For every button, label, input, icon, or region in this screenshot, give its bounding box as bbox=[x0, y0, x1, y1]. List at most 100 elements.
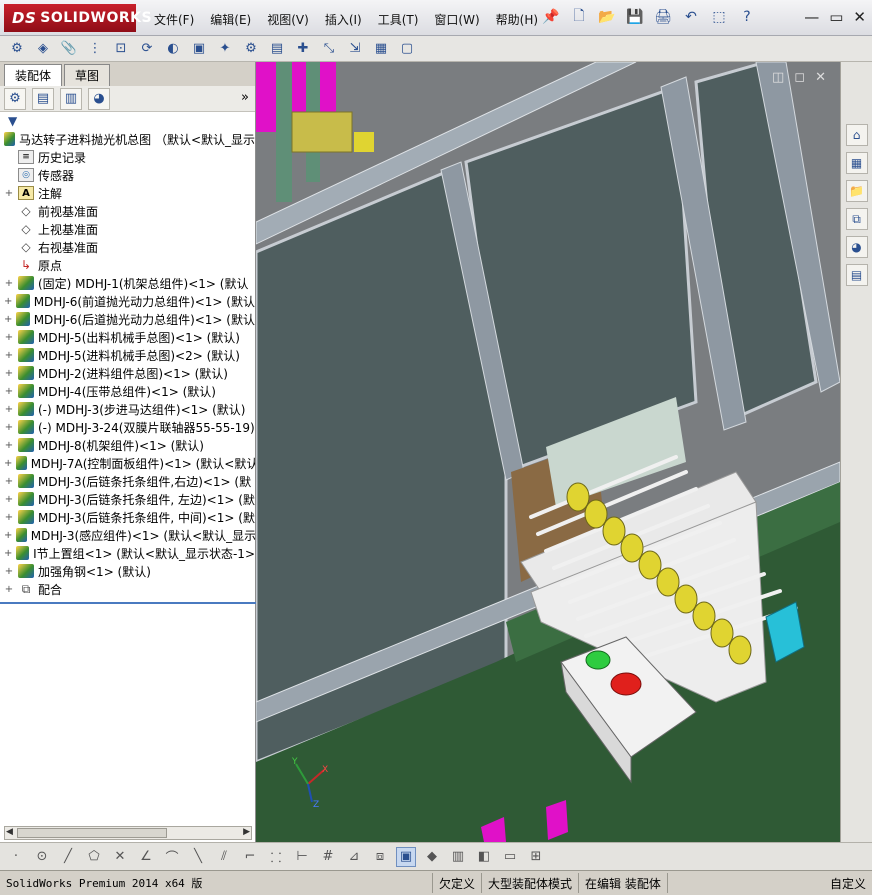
select-cursor-icon[interactable]: ⬚ bbox=[708, 6, 730, 28]
show-hidden-icon[interactable]: ◐ bbox=[162, 38, 184, 60]
menu-help[interactable]: 帮助(H) bbox=[488, 9, 546, 30]
exploded-view-icon[interactable]: ✚ bbox=[292, 38, 314, 60]
expand-icon[interactable]: + bbox=[4, 278, 14, 289]
expand-icon[interactable]: + bbox=[4, 512, 14, 523]
expand-icon[interactable]: + bbox=[4, 422, 14, 433]
custom-properties-icon[interactable]: ▤ bbox=[845, 264, 868, 286]
reference-geometry-icon[interactable]: ✦ bbox=[214, 38, 236, 60]
bill-of-materials-icon[interactable]: ▤ bbox=[266, 38, 288, 60]
print-icon[interactable]: 🖨 bbox=[652, 6, 674, 28]
expand-icon[interactable]: + bbox=[4, 494, 14, 505]
appearance-icon[interactable]: ◧ bbox=[474, 847, 494, 867]
home-icon[interactable]: ⌂ bbox=[845, 124, 868, 146]
tree-item[interactable]: ◇ 上视基准面 bbox=[0, 220, 255, 238]
menu-view[interactable]: 视图(V) bbox=[259, 9, 317, 30]
expand-icon[interactable]: + bbox=[4, 458, 12, 469]
tree-item[interactable]: + ■I节上置组<1> (默认<默认_显示状态-1> bbox=[0, 544, 255, 562]
tree-item[interactable]: ≡ 历史记录 bbox=[0, 148, 255, 166]
expand-icon[interactable]: + bbox=[4, 296, 12, 307]
tree-item[interactable]: + ■ (固定) MDHJ-1(机架总组件)<1> (默认 bbox=[0, 274, 255, 292]
menu-insert[interactable]: 插入(I) bbox=[317, 9, 370, 30]
line-icon[interactable]: ╱ bbox=[58, 847, 78, 867]
tree-item[interactable]: + ■ MDHJ-5(出料机械手总图)<1> (默认) bbox=[0, 328, 255, 346]
split-view-icon[interactable]: ▭ bbox=[500, 847, 520, 867]
new-document-icon[interactable]: 🗋 bbox=[568, 6, 590, 28]
expand-icon[interactable]: + bbox=[4, 314, 12, 325]
tree-item[interactable]: + ⧉ 配合 bbox=[0, 580, 255, 598]
grid-icon[interactable]: # bbox=[318, 847, 338, 867]
tree-item[interactable]: + ■ MDHJ-4(压带总组件)<1> (默认) bbox=[0, 382, 255, 400]
expand-icon[interactable]: + bbox=[4, 566, 14, 577]
view-palette-icon[interactable]: ⧉ bbox=[845, 208, 868, 230]
configuration-manager-icon[interactable]: ▥ bbox=[60, 87, 82, 110]
insert-components-icon[interactable]: ⚙ bbox=[6, 38, 28, 60]
tree-item[interactable]: + ■ MDHJ-8(机架组件)<1> (默认) bbox=[0, 436, 255, 454]
tree-item[interactable]: + ■ MDHJ-3(后链条托条组件, 左边)<1> (默 bbox=[0, 490, 255, 508]
hide-show-icon[interactable]: ◆ bbox=[422, 847, 442, 867]
graphics-area[interactable]: X Y Z ◫ ◻ ✕ bbox=[256, 62, 840, 842]
expand-icon[interactable]: + bbox=[4, 188, 14, 199]
menu-edit[interactable]: 编辑(E) bbox=[202, 9, 259, 30]
minimize-button[interactable]: — bbox=[804, 8, 819, 26]
display-style-icon[interactable]: ▣ bbox=[396, 846, 416, 867]
expand-icon[interactable]: + bbox=[4, 548, 12, 559]
scroll-right-icon[interactable]: ▶ bbox=[243, 827, 250, 837]
point-icon[interactable]: · bbox=[6, 847, 26, 867]
open-icon[interactable]: 📂 bbox=[596, 6, 618, 28]
viewport-maximize-icon[interactable]: ◻ bbox=[794, 70, 805, 85]
tree-item[interactable]: + ■MDHJ-6(后道抛光动力总组件)<1> (默认 bbox=[0, 310, 255, 328]
new-part-icon[interactable]: ◈ bbox=[32, 38, 54, 60]
tree-item[interactable]: + ■ MDHJ-3(后链条托条组件, 中间)<1> (默 bbox=[0, 508, 255, 526]
four-view-icon[interactable]: ⊞ bbox=[526, 847, 546, 867]
expand-icon[interactable]: + bbox=[4, 350, 14, 361]
expand-icon[interactable]: + bbox=[4, 530, 12, 541]
menu-tools[interactable]: 工具(T) bbox=[370, 9, 427, 30]
pin-icon[interactable]: 📌 bbox=[540, 6, 562, 28]
feature-manager-icon[interactable]: ⚙ bbox=[4, 87, 26, 110]
help-icon[interactable]: ? bbox=[736, 6, 758, 28]
tree-root[interactable]: ■ 马达转子进料抛光机总图 （默认<默认_显示 bbox=[0, 130, 255, 148]
expand-icon[interactable]: + bbox=[4, 332, 14, 343]
units-custom[interactable]: 自定义 bbox=[666, 873, 872, 893]
linear-pattern-icon[interactable]: ⋮ bbox=[84, 38, 106, 60]
tree-item[interactable]: ↳ 原点 bbox=[0, 256, 255, 274]
tree-item[interactable]: + A 注解 bbox=[0, 184, 255, 202]
new-motion-study-icon[interactable]: ⚙ bbox=[240, 38, 262, 60]
funnel-icon[interactable]: ▼ bbox=[8, 114, 17, 128]
expand-icon[interactable]: + bbox=[4, 584, 14, 595]
file-explorer-icon[interactable]: 📁 bbox=[845, 180, 868, 202]
menu-file[interactable]: 文件(F) bbox=[146, 9, 202, 30]
tree-item[interactable]: + ■ 加强角钢<1> (默认) bbox=[0, 562, 255, 580]
expand-icon[interactable]: + bbox=[4, 404, 14, 415]
explode-line-icon[interactable]: ⤡ bbox=[318, 38, 340, 60]
relation-icon[interactable]: ⊿ bbox=[344, 847, 364, 867]
trim-icon[interactable]: ✕ bbox=[110, 847, 130, 867]
smart-fasteners-icon[interactable]: ⊡ bbox=[110, 38, 132, 60]
undo-icon[interactable]: ↶ bbox=[680, 6, 702, 28]
viewport-close-icon[interactable]: ✕ bbox=[815, 70, 826, 85]
polygon-icon[interactable]: ⬠ bbox=[84, 847, 104, 867]
menu-window[interactable]: 窗口(W) bbox=[426, 9, 487, 30]
expand-icon[interactable]: + bbox=[4, 440, 14, 451]
tab-sketch[interactable]: 草图 bbox=[64, 64, 111, 86]
assembly-features-icon[interactable]: ▣ bbox=[188, 38, 210, 60]
display-manager-icon[interactable]: ◕ bbox=[88, 87, 110, 110]
tab-assembly[interactable]: 装配体 bbox=[4, 64, 63, 86]
tree-item[interactable]: + ■MDHJ-6(前道抛光动力总组件)<1> (默认 bbox=[0, 292, 255, 310]
appearances-icon[interactable]: ◕ bbox=[845, 236, 868, 258]
expand-icon[interactable]: + bbox=[4, 476, 14, 487]
instant3d-icon[interactable]: ⇲ bbox=[344, 38, 366, 60]
mate-icon[interactable]: 📎 bbox=[58, 38, 80, 60]
more-tabs-icon[interactable]: » bbox=[241, 90, 249, 105]
tree-item[interactable]: + ■ (-) MDHJ-3-24(双膜片联轴器55-55-19) bbox=[0, 418, 255, 436]
angle-icon[interactable]: ∠ bbox=[136, 847, 156, 867]
expand-icon[interactable]: + bbox=[4, 368, 14, 379]
tree-item[interactable]: + ■MDHJ-3(感应组件)<1> (默认<默认_显示 bbox=[0, 526, 255, 544]
speedpak-icon[interactable]: ▦ bbox=[370, 38, 392, 60]
expand-icon[interactable]: + bbox=[4, 386, 14, 397]
tree-item[interactable]: + ■ MDHJ-3(后链条托条组件,右边)<1> (默 bbox=[0, 472, 255, 490]
construction-icon[interactable]: ⸬ bbox=[266, 847, 286, 867]
property-manager-icon[interactable]: ▤ bbox=[32, 87, 54, 110]
save-icon[interactable]: 💾 bbox=[624, 6, 646, 28]
tree-item[interactable]: + ■ MDHJ-5(进料机械手总图)<2> (默认) bbox=[0, 346, 255, 364]
